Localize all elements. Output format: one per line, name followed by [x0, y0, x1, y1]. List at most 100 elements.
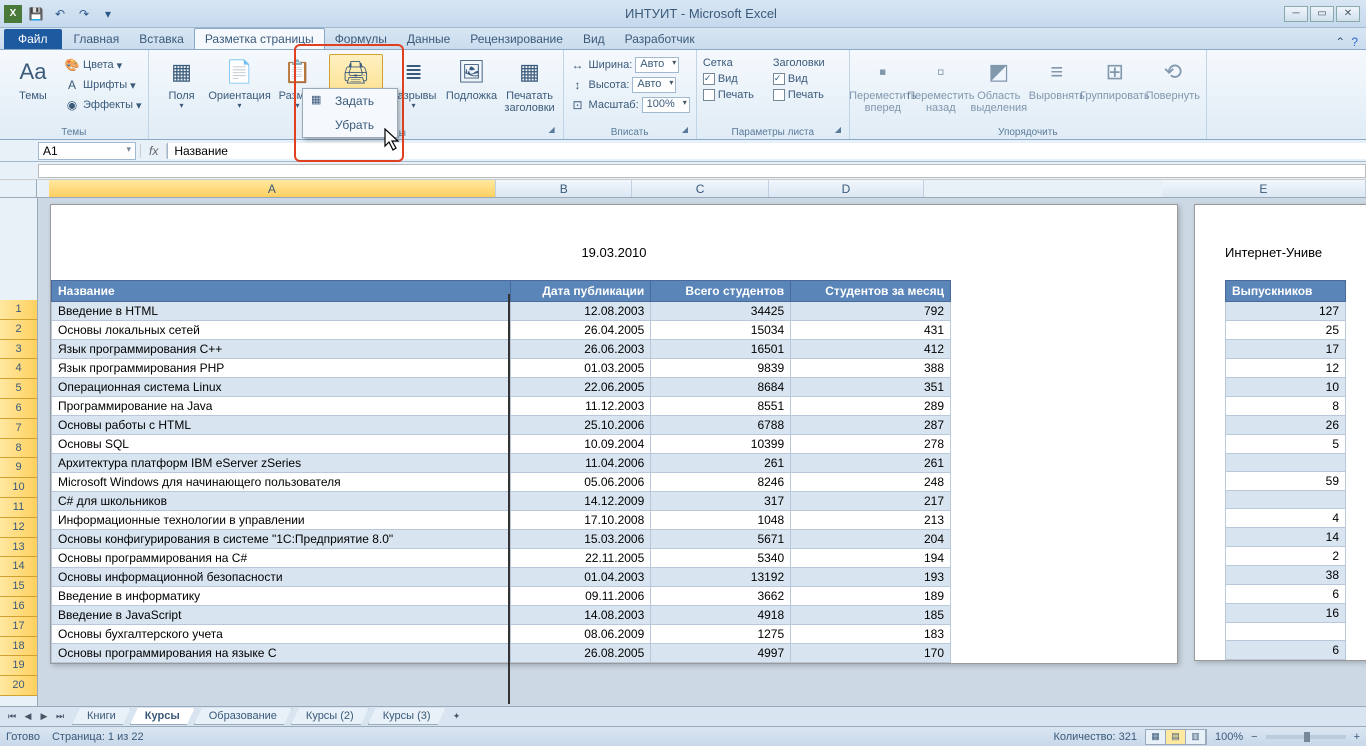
cell[interactable]: Информационные технологии в управлении	[52, 511, 511, 530]
table-row[interactable]: Основы бухгалтерского учета08.06.2009127…	[52, 625, 951, 644]
print-titles-button[interactable]: ▦Печатать заголовки	[503, 54, 557, 116]
cell[interactable]: 22.11.2005	[511, 549, 651, 568]
cell[interactable]: 8246	[651, 473, 791, 492]
cell[interactable]: 170	[791, 644, 951, 663]
th-name[interactable]: Название	[52, 281, 511, 302]
last-sheet-button[interactable]: ⏭	[52, 709, 68, 725]
cell[interactable]: Microsoft Windows для начинающего пользо…	[52, 473, 511, 492]
cell[interactable]: 17.10.2008	[511, 511, 651, 530]
cell[interactable]: Язык программирования PHP	[52, 359, 511, 378]
cell[interactable]: 15034	[651, 321, 791, 340]
cell[interactable]: 09.11.2006	[511, 587, 651, 606]
cell[interactable]: 217	[791, 492, 951, 511]
table-row[interactable]: 8	[1226, 397, 1346, 416]
cell[interactable]: 12	[1226, 359, 1346, 378]
cell[interactable]: 5671	[651, 530, 791, 549]
row-header-19[interactable]: 19	[0, 656, 37, 676]
new-sheet-button[interactable]: ✦	[449, 709, 465, 725]
grid-print-check[interactable]	[703, 89, 715, 101]
row-header-9[interactable]: 9	[0, 458, 37, 478]
orientation-button[interactable]: 📄Ориентация▾	[213, 54, 267, 113]
cell[interactable]: 10	[1226, 378, 1346, 397]
headings-view-check[interactable]	[773, 73, 785, 85]
table-row[interactable]: 10	[1226, 378, 1346, 397]
page-view[interactable]: 19.03.2010 Название Дата публикации Всег…	[38, 198, 1366, 706]
table-row[interactable]: 17	[1226, 340, 1346, 359]
cell[interactable]: Введение в JavaScript	[52, 606, 511, 625]
col-header-c[interactable]: C	[632, 180, 768, 197]
row-header-16[interactable]: 16	[0, 597, 37, 617]
table-row[interactable]: Введение в HTML12.08.200334425792	[52, 302, 951, 321]
width-combo[interactable]: Авто	[635, 57, 679, 73]
cell[interactable]: Основы информационной безопасности	[52, 568, 511, 587]
cell[interactable]: 26	[1226, 416, 1346, 435]
cell[interactable]: Программирование на Java	[52, 397, 511, 416]
cell[interactable]: 5340	[651, 549, 791, 568]
cell[interactable]: 22.06.2005	[511, 378, 651, 397]
cell[interactable]: Архитектура платформ IBM eServer zSeries	[52, 454, 511, 473]
cell[interactable]	[1226, 623, 1346, 641]
cell[interactable]: 6	[1226, 641, 1346, 660]
cell[interactable]: 08.06.2009	[511, 625, 651, 644]
sheet-tab-courses[interactable]: Курсы	[130, 708, 195, 725]
formula-input[interactable]: Название	[167, 143, 1366, 159]
table-row[interactable]: 26	[1226, 416, 1346, 435]
cell[interactable]: 26.06.2003	[511, 340, 651, 359]
cell[interactable]: 1275	[651, 625, 791, 644]
sheet-tab-courses3[interactable]: Курсы (3)	[368, 708, 446, 725]
table-row[interactable]: Введение в JavaScript14.08.20034918185	[52, 606, 951, 625]
cell[interactable]: 127	[1226, 302, 1346, 321]
cell[interactable]: 278	[791, 435, 951, 454]
tab-review[interactable]: Рецензирование	[460, 29, 573, 49]
tab-formulas[interactable]: Формулы	[325, 29, 397, 49]
page-layout-view-button[interactable]: ▤	[1166, 730, 1186, 744]
table-row[interactable]: 4	[1226, 509, 1346, 528]
cell[interactable]: 25	[1226, 321, 1346, 340]
cell[interactable]: Основы программирования на языке C	[52, 644, 511, 663]
page-setup-launcher[interactable]: ◢	[549, 125, 561, 137]
tab-page-layout[interactable]: Разметка страницы	[194, 28, 325, 49]
selection-pane-button[interactable]: ◩Область выделения	[972, 54, 1026, 116]
cell[interactable]: 8684	[651, 378, 791, 397]
minimize-button[interactable]: ─	[1284, 6, 1308, 22]
cell[interactable]: 261	[791, 454, 951, 473]
cell[interactable]: Основы SQL	[52, 435, 511, 454]
cell[interactable]: 193	[791, 568, 951, 587]
align-button[interactable]: ≡Выровнять	[1030, 54, 1084, 104]
colors-button[interactable]: 🎨Цвета ▾	[64, 56, 142, 74]
tab-insert[interactable]: Вставка	[129, 29, 194, 49]
cell[interactable]: 388	[791, 359, 951, 378]
cell[interactable]: 2	[1226, 547, 1346, 566]
table-row[interactable]: Архитектура платформ IBM eServer zSeries…	[52, 454, 951, 473]
cell[interactable]: 4997	[651, 644, 791, 663]
cell[interactable]	[1226, 454, 1346, 472]
cell[interactable]: 01.03.2005	[511, 359, 651, 378]
table-row[interactable]: Основы информационной безопасности01.04.…	[52, 568, 951, 587]
row-header-6[interactable]: 6	[0, 399, 37, 419]
cell[interactable]: 9839	[651, 359, 791, 378]
headings-print-check[interactable]	[773, 89, 785, 101]
qat-dropdown-icon[interactable]: ▾	[98, 4, 118, 24]
send-backward-button[interactable]: ▫Переместить назад	[914, 54, 968, 116]
row-header-8[interactable]: 8	[0, 439, 37, 459]
col-header-d[interactable]: D	[769, 180, 925, 197]
cell[interactable]: 14.12.2009	[511, 492, 651, 511]
undo-icon[interactable]: ↶	[50, 4, 70, 24]
row-header-1[interactable]: 1	[0, 300, 37, 320]
table-row[interactable]	[1226, 491, 1346, 509]
cell[interactable]: Язык программирования C++	[52, 340, 511, 359]
row-header-4[interactable]: 4	[0, 359, 37, 379]
row-header-7[interactable]: 7	[0, 419, 37, 439]
prev-sheet-button[interactable]: ◀	[20, 709, 36, 725]
cell[interactable]: 1048	[651, 511, 791, 530]
row-header-5[interactable]: 5	[0, 379, 37, 399]
table-row[interactable]: 14	[1226, 528, 1346, 547]
cell[interactable]: 5	[1226, 435, 1346, 454]
cell[interactable]: 317	[651, 492, 791, 511]
cell[interactable]: 412	[791, 340, 951, 359]
cell[interactable]: 10.09.2004	[511, 435, 651, 454]
help-icon[interactable]: ?	[1351, 35, 1358, 49]
row-header-3[interactable]: 3	[0, 340, 37, 360]
sheet-tab-books[interactable]: Книги	[72, 708, 131, 725]
table-row[interactable]: Операционная система Linux22.06.20058684…	[52, 378, 951, 397]
